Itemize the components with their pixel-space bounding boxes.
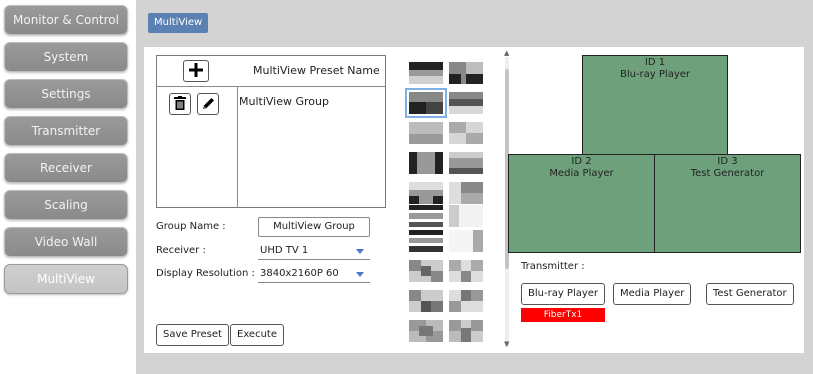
layout-thumbnail[interactable] (449, 182, 483, 204)
display-resolution-label: Display Resolution : (156, 268, 255, 279)
trash-icon (174, 95, 186, 114)
preset-row[interactable]: MultiView Group (239, 95, 329, 108)
transmitter-label: Transmitter : (521, 261, 585, 272)
transmitter-button-bluray[interactable]: Blu-ray Player (521, 283, 606, 305)
preset-column-title: MultiView Preset Name (253, 64, 380, 77)
transmitter-button-test-generator[interactable]: Test Generator (706, 283, 794, 305)
preset-header-divider (157, 86, 385, 87)
layout-thumbnail[interactable] (409, 122, 443, 144)
layout-thumbnail[interactable] (409, 62, 443, 84)
window-source: Blu-ray Player (619, 69, 691, 80)
group-name-field[interactable]: MultiView Group (258, 217, 370, 237)
layout-thumbnail[interactable] (409, 260, 443, 282)
window-source: Test Generator (690, 168, 765, 179)
display-resolution-select[interactable]: 3840x2160P 60 (258, 265, 370, 283)
layout-thumbnail[interactable] (449, 260, 483, 282)
layout-thumbnail[interactable] (449, 92, 483, 114)
preset-column-divider (237, 86, 238, 208)
layout-thumbnail[interactable] (449, 320, 483, 342)
receiver-label: Receiver : (156, 245, 206, 256)
transmitter-button-media-player[interactable]: Media Player (613, 283, 692, 305)
layout-thumbnail-selected[interactable] (405, 88, 447, 118)
delete-preset-button[interactable] (169, 93, 191, 115)
scroll-down-icon[interactable]: ▼ (504, 340, 509, 348)
sidebar-item-multiview[interactable]: MultiView (4, 264, 128, 294)
layout-thumbnail[interactable] (409, 320, 443, 342)
pencil-icon (202, 95, 215, 114)
main-panel: MultiView MultiView Preset Name MultiVie… (136, 0, 813, 374)
preview-window-3[interactable]: ID 3 Test Generator (654, 154, 801, 253)
layout-thumbnail[interactable] (409, 290, 443, 312)
preview-window-1[interactable]: ID 1 Blu-ray Player (582, 55, 728, 155)
tab-multiview[interactable]: MultiView (148, 13, 209, 33)
plus-icon (189, 62, 203, 81)
sidebar-item-settings[interactable]: Settings (4, 79, 128, 109)
sidebar-item-transmitter[interactable]: Transmitter (4, 116, 128, 146)
add-preset-button[interactable] (183, 60, 209, 82)
sidebar: Monitor & Control System Settings Transm… (0, 0, 135, 374)
layout-thumbnail[interactable] (449, 152, 483, 174)
display-resolution-value: 3840x2160P 60 (260, 268, 339, 279)
sidebar-item-scaling[interactable]: Scaling (4, 190, 128, 220)
sidebar-item-video-wall[interactable]: Video Wall (4, 227, 128, 257)
window-id: ID 2 (571, 156, 592, 167)
layout-thumbnail[interactable] (449, 290, 483, 312)
preset-table: MultiView Preset Name MultiView Group (156, 55, 386, 208)
layout-thumbnail[interactable] (409, 152, 443, 174)
window-id: ID 3 (717, 156, 738, 167)
layout-thumbnail[interactable] (449, 205, 483, 227)
layout-thumbnail[interactable] (449, 122, 483, 144)
window-id: ID 1 (644, 57, 666, 68)
layout-thumbnail[interactable] (409, 205, 443, 227)
window-source: Media Player (549, 168, 614, 179)
execute-button[interactable]: Execute (230, 324, 284, 346)
receiver-select[interactable]: UHD TV 1 (258, 242, 370, 260)
group-name-label: Group Name : (156, 221, 226, 232)
layout-thumbnail[interactable] (449, 230, 483, 252)
sidebar-item-receiver[interactable]: Receiver (4, 153, 128, 183)
preview-window-2[interactable]: ID 2 Media Player (508, 154, 655, 253)
layout-thumbnail[interactable] (409, 182, 443, 204)
sidebar-item-system[interactable]: System (4, 42, 128, 72)
layout-thumbnail[interactable] (409, 230, 443, 252)
status-badge: FiberTx1 (521, 308, 605, 322)
layout-thumbnail[interactable] (449, 62, 483, 84)
save-preset-button[interactable]: Save Preset (156, 324, 229, 346)
sidebar-item-monitor-control[interactable]: Monitor & Control (4, 5, 128, 35)
chevron-down-icon (356, 249, 364, 254)
receiver-value: UHD TV 1 (260, 245, 309, 256)
chevron-down-icon (356, 272, 364, 277)
multiview-card: MultiView Preset Name MultiView Group Gr… (144, 47, 804, 353)
edit-preset-button[interactable] (197, 93, 219, 115)
scroll-up-icon[interactable]: ▲ (504, 49, 509, 57)
